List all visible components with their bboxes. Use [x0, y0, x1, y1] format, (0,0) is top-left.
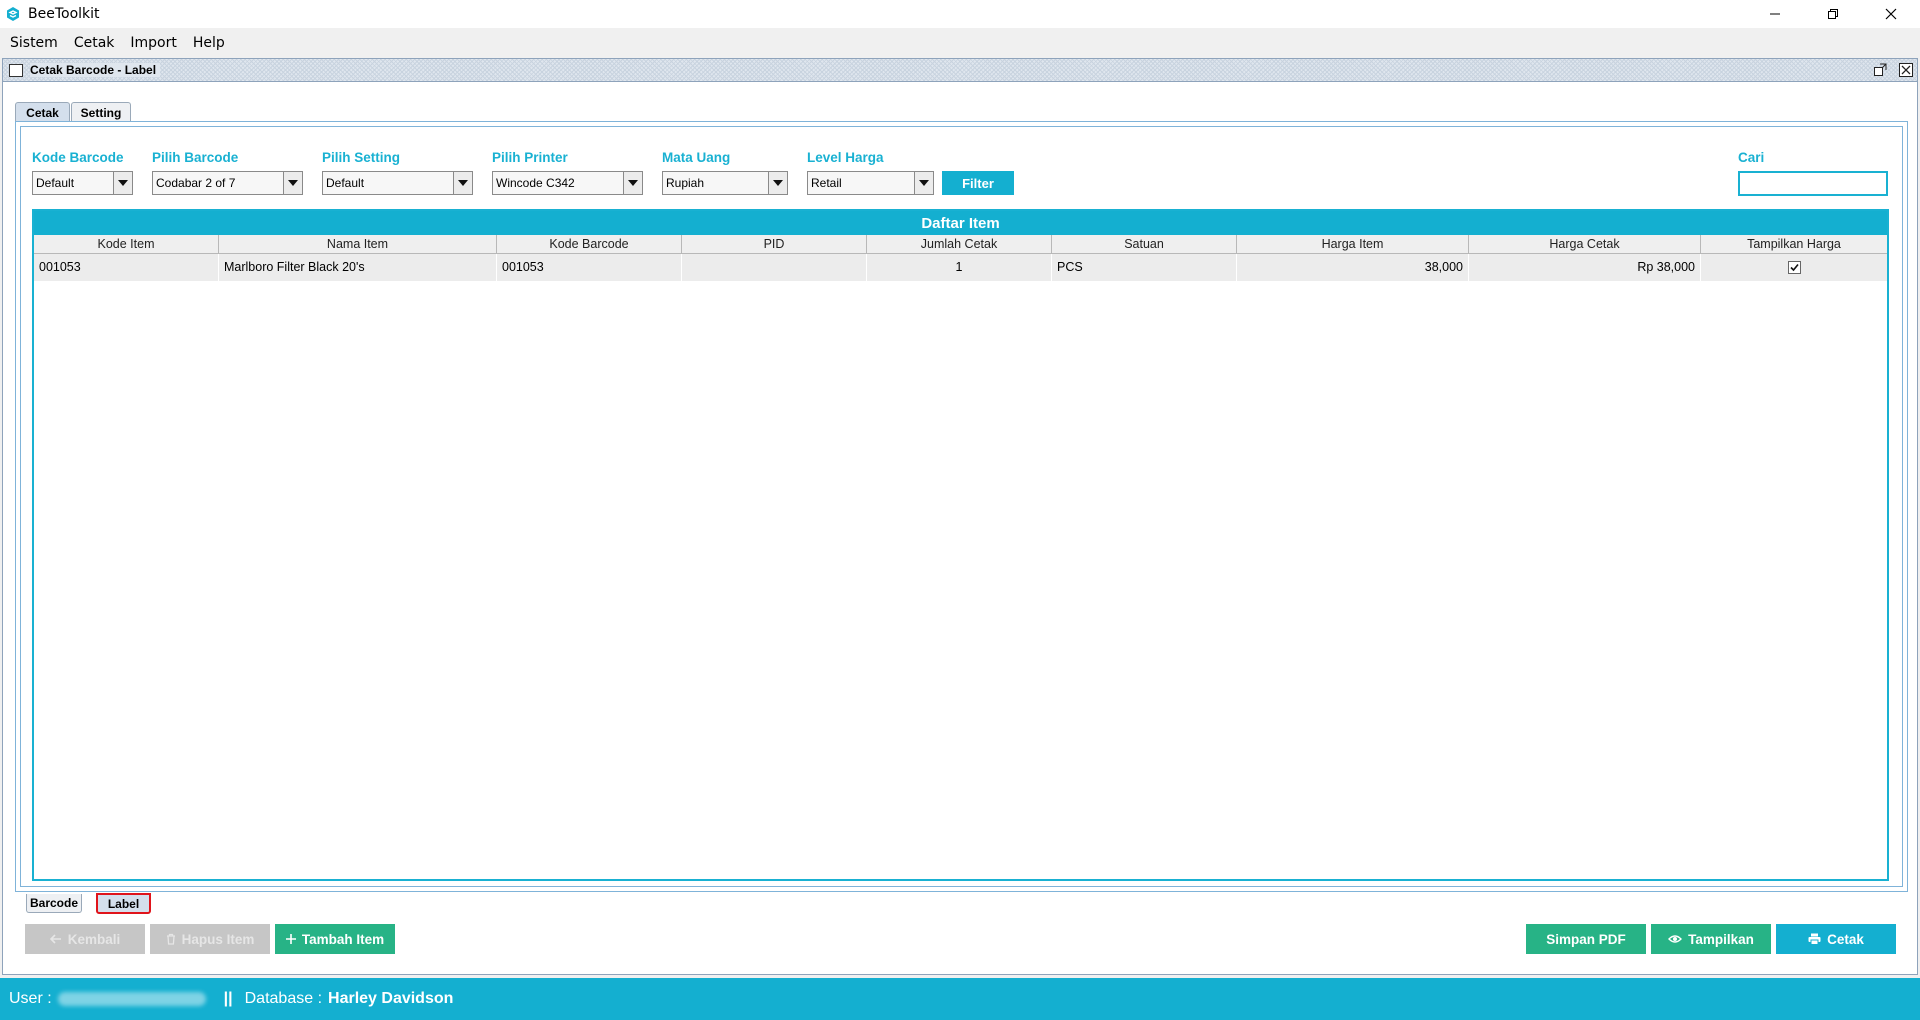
- tab-label[interactable]: Label: [96, 893, 151, 914]
- frame-window-icon: [9, 63, 23, 77]
- tambah-item-button[interactable]: Tambah Item: [275, 924, 395, 954]
- pilih-barcode-value: Codabar 2 of 7: [153, 172, 283, 194]
- cetak-label: Cetak: [1827, 931, 1864, 947]
- status-bar: User : || Database : Harley Davidson: [0, 978, 1920, 1020]
- cari-search-input[interactable]: [1738, 171, 1888, 196]
- user-label: User :: [9, 990, 52, 1007]
- menu-cetak[interactable]: Cetak: [66, 35, 123, 51]
- chevron-down-icon: [453, 172, 472, 194]
- plus-icon: [285, 934, 296, 944]
- close-icon: [1885, 8, 1897, 20]
- kembali-button[interactable]: Kembali: [25, 924, 145, 954]
- pilih-setting-select[interactable]: Default: [322, 171, 473, 195]
- minimize-icon: [1770, 13, 1780, 15]
- level-harga-select[interactable]: Retail: [807, 171, 934, 195]
- level-harga-label: Level Harga: [807, 150, 884, 165]
- pilih-printer-select[interactable]: Wincode C342: [492, 171, 643, 195]
- internal-frame-title-bar[interactable]: Cetak Barcode - Label: [2, 58, 1918, 82]
- column-header-kode-item[interactable]: Kode Item: [34, 235, 219, 253]
- frame-close-icon[interactable]: [1899, 63, 1913, 77]
- simpan-pdf-button[interactable]: Simpan PDF: [1526, 924, 1646, 954]
- hapus-item-label: Hapus Item: [181, 931, 255, 947]
- chevron-down-icon: [113, 172, 132, 194]
- tampilkan-button[interactable]: Tampilkan: [1651, 924, 1771, 954]
- cell-kode-item[interactable]: 001053: [34, 254, 219, 281]
- chevron-down-icon: [623, 172, 642, 194]
- menu-help[interactable]: Help: [185, 35, 233, 51]
- cell-pid[interactable]: [682, 254, 867, 281]
- pilih-printer-label: Pilih Printer: [492, 150, 568, 165]
- cell-satuan[interactable]: PCS: [1052, 254, 1237, 281]
- status-separator: ||: [223, 990, 233, 1007]
- database-label: Database :: [244, 990, 323, 1007]
- mata-uang-value: Rupiah: [663, 172, 768, 194]
- pilih-setting-label: Pilih Setting: [322, 150, 401, 165]
- cell-harga-cetak[interactable]: Rp 38,000: [1469, 254, 1701, 281]
- cell-harga-item[interactable]: 38,000: [1237, 254, 1469, 281]
- printer-icon: [1808, 933, 1821, 945]
- tab-barcode[interactable]: Barcode: [26, 894, 82, 913]
- tab-cetak[interactable]: Cetak: [15, 102, 70, 123]
- beetoolkit-logo-icon: [7, 7, 19, 21]
- tampilkan-harga-checkbox[interactable]: [1787, 261, 1801, 275]
- mata-uang-label: Mata Uang: [662, 150, 731, 165]
- table-title: Daftar Item: [34, 211, 1887, 235]
- column-header-tampilkan-harga[interactable]: Tampilkan Harga: [1701, 235, 1887, 253]
- kode-barcode-select[interactable]: Default: [32, 171, 133, 195]
- tab-setting[interactable]: Setting: [71, 102, 131, 123]
- arrow-left-icon: [49, 934, 61, 944]
- chevron-down-icon: [768, 172, 787, 194]
- column-header-kode-barcode[interactable]: Kode Barcode: [497, 235, 682, 253]
- table-header-row: Kode Item Nama Item Kode Barcode PID Jum…: [34, 235, 1887, 254]
- tampilkan-label: Tampilkan: [1688, 931, 1754, 947]
- menu-bar: Sistem Cetak Import Help: [0, 28, 1920, 58]
- cetak-button[interactable]: Cetak: [1776, 924, 1896, 954]
- trash-icon: [166, 933, 175, 945]
- hapus-item-button[interactable]: Hapus Item: [150, 924, 270, 954]
- kembali-label: Kembali: [67, 931, 121, 947]
- column-header-harga-item[interactable]: Harga Item: [1237, 235, 1469, 253]
- eye-icon: [1668, 935, 1683, 943]
- tambah-item-label: Tambah Item: [301, 931, 385, 947]
- simpan-pdf-label: Simpan PDF: [1546, 931, 1626, 947]
- frame-body: Cetak Setting Kode Barcode Pilih Barcode…: [2, 82, 1918, 975]
- cell-tampilkan-harga: [1701, 254, 1887, 281]
- close-window-button[interactable]: [1862, 0, 1920, 28]
- pilih-setting-value: Default: [323, 172, 453, 194]
- mata-uang-select[interactable]: Rupiah: [662, 171, 788, 195]
- kode-barcode-value: Default: [33, 172, 113, 194]
- kode-barcode-label: Kode Barcode: [32, 150, 124, 165]
- pilih-barcode-label: Pilih Barcode: [152, 150, 239, 165]
- database-name: Harley Davidson: [328, 990, 454, 1007]
- chevron-down-icon: [283, 172, 302, 194]
- frame-title: Cetak Barcode - Label: [30, 63, 161, 77]
- frame-restore-icon[interactable]: [1873, 63, 1887, 77]
- column-header-nama-item[interactable]: Nama Item: [219, 235, 497, 253]
- chevron-down-icon: [914, 172, 933, 194]
- pilih-barcode-select[interactable]: Codabar 2 of 7: [152, 171, 303, 195]
- user-email-redacted: [57, 992, 206, 1006]
- pilih-printer-value: Wincode C342: [493, 172, 623, 194]
- column-header-harga-cetak[interactable]: Harga Cetak: [1469, 235, 1701, 253]
- cari-label: Cari: [1738, 150, 1765, 165]
- level-harga-value: Retail: [808, 172, 914, 194]
- table-row[interactable]: 001053 Marlboro Filter Black 20's 001053…: [34, 254, 1887, 281]
- cell-jumlah-cetak[interactable]: 1: [867, 254, 1052, 281]
- menu-sistem[interactable]: Sistem: [2, 35, 66, 51]
- checkmark-icon: [1789, 264, 1799, 272]
- menu-import[interactable]: Import: [122, 35, 184, 51]
- restore-icon: [1828, 9, 1838, 19]
- cell-nama-item[interactable]: Marlboro Filter Black 20's: [219, 254, 497, 281]
- restore-button[interactable]: [1804, 0, 1862, 28]
- window-title-bar: BeeToolkit: [0, 0, 1920, 28]
- column-header-satuan[interactable]: Satuan: [1052, 235, 1237, 253]
- cell-kode-barcode[interactable]: 001053: [497, 254, 682, 281]
- daftar-item-table: Daftar Item Kode Item Nama Item Kode Bar…: [32, 209, 1889, 881]
- column-header-jumlah-cetak[interactable]: Jumlah Cetak: [867, 235, 1052, 253]
- column-header-pid[interactable]: PID: [682, 235, 867, 253]
- app-title: BeeToolkit: [28, 6, 100, 22]
- minimize-button[interactable]: [1746, 0, 1804, 28]
- filter-button[interactable]: Filter: [942, 171, 1014, 195]
